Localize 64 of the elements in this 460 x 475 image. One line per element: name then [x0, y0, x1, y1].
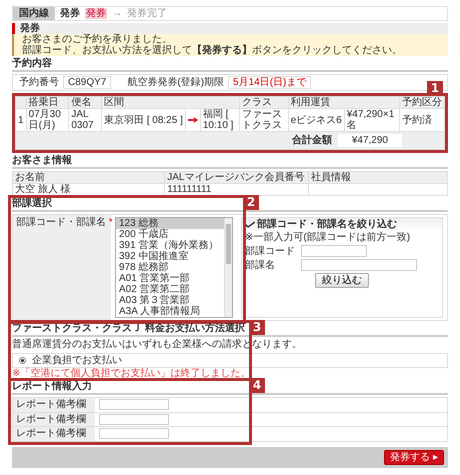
list-option[interactable]: A02 営業第二部 [116, 284, 224, 295]
step-label: 発券完了 [127, 8, 167, 19]
list-option[interactable]: A3A 人事部情報局 [116, 306, 224, 317]
section-heading: 予約内容 [12, 58, 448, 72]
list-option[interactable]: 978 総務部 [116, 262, 224, 273]
reservation-number: C89QY7 [63, 76, 112, 89]
list-option[interactable]: 392 中国推進室 [116, 251, 224, 262]
list-option[interactable]: 391 営業（海外業務） [116, 240, 224, 251]
column-header: 区間 [101, 96, 240, 108]
notice-text: 部課コード、お支払い方法を選択して【発券する】ボタンをクリックしてください。 [22, 45, 403, 56]
filter-button[interactable]: 絞り込む [315, 273, 369, 288]
column-header: 搭乗日 [26, 96, 69, 108]
callout-badge: 4 [249, 378, 265, 393]
notice-title: 発券 [15, 23, 448, 34]
list-option[interactable]: 200 千歳店 [116, 229, 224, 240]
section-heading: お客さま情報 [12, 155, 448, 169]
total-amount: ¥47,290 [338, 134, 402, 147]
field-label: 部課名 [245, 260, 276, 270]
required-mark: * [108, 217, 113, 228]
field-label: 航空券発券(登録)期限 [127, 77, 224, 88]
column-header: 社員情報 [308, 172, 448, 184]
list-option[interactable]: A03 第３営業部 [116, 295, 224, 306]
column-header: 利用運賃 [288, 96, 400, 108]
text-field[interactable] [301, 245, 367, 257]
column-header: 便名 [68, 96, 102, 108]
radio-button[interactable] [19, 357, 26, 364]
callout-badge: 2 [243, 195, 259, 210]
page-title: 発券 [60, 8, 80, 19]
text-field[interactable] [99, 428, 169, 439]
table-cell: 1 [16, 108, 26, 132]
filter-title: 部課コード・部課名を絞り込む [257, 219, 397, 230]
callout-badge: 1 [427, 81, 443, 96]
text-field[interactable] [99, 399, 169, 410]
column-header: JALマイレージバンク会員番号 [164, 172, 308, 184]
deadline-value: 5月14日(日)まで [228, 76, 312, 89]
field-label: 予約番号 [19, 77, 59, 88]
hint-text: ※一部入力可(部課コードは前方一致) [245, 232, 412, 243]
category-label: 国内線 [13, 7, 55, 20]
field-label: 部課コード・部課名 [16, 217, 106, 228]
step-arrow: → [112, 8, 122, 19]
callout-badge: 3 [249, 320, 265, 335]
list-option[interactable]: A01 営業第一部 [116, 273, 224, 284]
table-cell: 大空 旅人 様 [12, 184, 165, 196]
text-field[interactable] [99, 414, 169, 424]
column-header: 予約区分 [399, 96, 444, 108]
radio-label: 企業負担でお支払い [32, 355, 122, 366]
column-header: クラス [240, 96, 288, 108]
submit-button[interactable]: 発券する ▸ [384, 450, 444, 464]
field-label: 部課コード [245, 246, 296, 256]
notice-text: お客さまのご予約を承りました。 [22, 34, 173, 45]
note-text: ※「空港にて個人負担でお支払い」は終了しました。 [12, 368, 252, 379]
step-label: 発券 [85, 8, 107, 19]
field-label: レポート備考欄 [13, 427, 95, 440]
text-field[interactable] [301, 259, 417, 271]
check-icon [245, 220, 255, 228]
field-label: レポート備考欄 [13, 412, 95, 426]
total-label: 合計金額 [292, 135, 332, 146]
field-label: レポート備考欄 [13, 398, 95, 412]
department-listbox[interactable]: 123 総務 200 千歳店 391 営業（海外業務） 392 中国推進室 978 総務部 A01 営業第一部 A02 営業第二部 A03 第３営業部 A3A 人事部情報局 [115, 217, 233, 318]
column-header: お名前 [12, 172, 165, 184]
arrow-icon [188, 116, 198, 122]
scrollbar[interactable] [224, 218, 232, 317]
header-cell [16, 96, 26, 108]
list-option[interactable]: 123 総務 [116, 218, 224, 229]
